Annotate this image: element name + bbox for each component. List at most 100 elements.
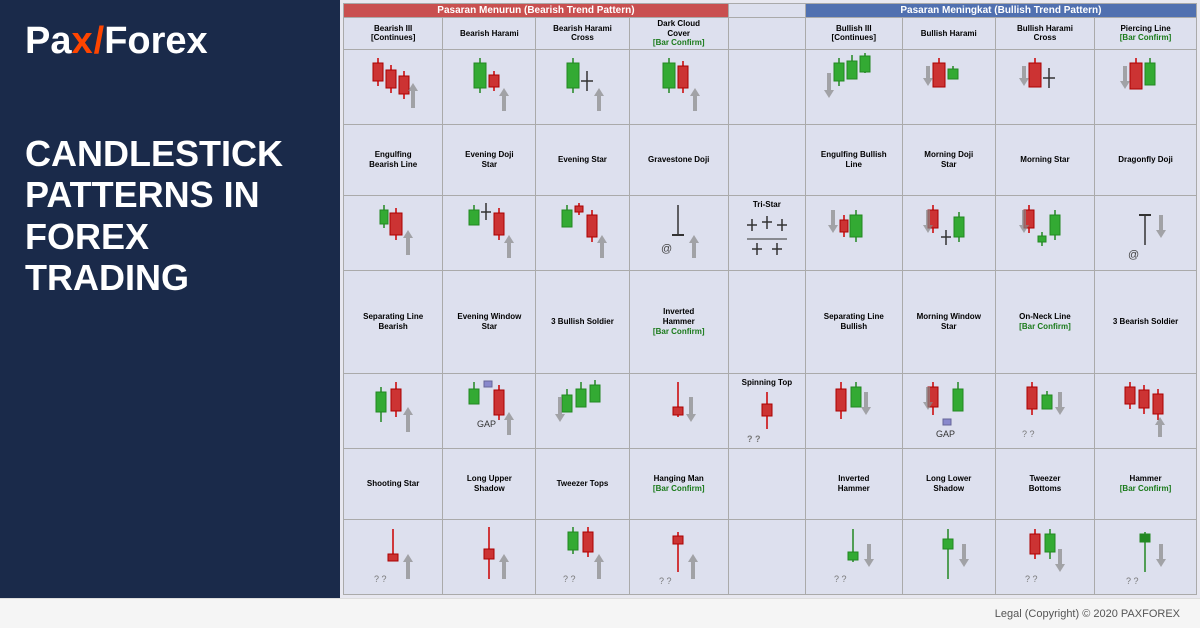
inv-ham-bull-svg: ? ? <box>826 524 881 589</box>
content-row: Pax/Forex CANDLESTICK PATTERNS IN FOREX … <box>0 0 1200 598</box>
bu-row4-col3-lbl: TweezerBottoms <box>995 448 1094 519</box>
page-wrapper: Pax/Forex CANDLESTICK PATTERNS IN FOREX … <box>0 0 1200 628</box>
b-row3-col1-lbl: Separating LineBearish <box>344 271 443 373</box>
title-line1: CANDLESTICK <box>25 133 315 174</box>
bu-row4-col4-lbl: Hammer[Bar Confirm] <box>1095 448 1197 519</box>
bu-row3-col2-lbl: Morning WindowStar <box>902 271 995 373</box>
footer: Legal (Copyright) © 2020 PAXFOREX <box>0 598 1200 628</box>
svg-text:? ?: ? ? <box>563 574 576 584</box>
bu-row2-col2-lbl: Morning DojiStar <box>902 124 995 195</box>
svg-text:GAP: GAP <box>936 429 955 439</box>
bullish-harami-cross-svg <box>1017 53 1072 118</box>
piercing-line-svg <box>1118 53 1173 118</box>
footer-text: Legal (Copyright) © 2020 PAXFOREX <box>995 608 1180 620</box>
left-panel: Pax/Forex CANDLESTICK PATTERNS IN FOREX … <box>0 0 340 598</box>
b-row4-col1-lbl: Shooting Star <box>344 448 443 519</box>
gravestone-doji-svg: @ <box>651 200 706 265</box>
tri-star-svg <box>742 211 792 266</box>
sep-bull-svg <box>826 377 881 442</box>
evening-window-star-pattern: GAP <box>443 373 536 448</box>
bu-row4-col1-lbl: InvertedHammer <box>805 448 902 519</box>
logo-forex: Forex <box>104 20 207 63</box>
center-row3-lbl <box>728 271 805 373</box>
tweezer-bottoms-pattern: ? ? <box>995 520 1094 595</box>
b-row4-col2-lbl: Long UpperShadow <box>443 448 536 519</box>
tweezer-bottoms-svg: ? ? <box>1017 524 1072 589</box>
hanging-man-svg: ? ? <box>651 524 706 589</box>
evening-doji-star-pattern <box>443 196 536 271</box>
morning-star-svg <box>1017 200 1072 265</box>
svg-text:? ?: ? ? <box>374 574 387 584</box>
center-row4-empty <box>728 520 805 595</box>
svg-text:GAP: GAP <box>477 419 496 429</box>
morning-doji-star-pattern <box>902 196 995 271</box>
bearish-header: Pasaran Menurun (Bearish Trend Pattern) <box>344 4 729 18</box>
inverted-hammer-bearish-pattern <box>629 373 728 448</box>
sep-bear-svg <box>366 377 421 442</box>
evening-doji-star-svg <box>462 200 517 265</box>
evening-star-svg <box>555 200 610 265</box>
bu-row3-col4-lbl: 3 Bearish Soldier <box>1095 271 1197 373</box>
b-col2-lbl: Bearish Harami <box>443 18 536 50</box>
logo-pax: Pa <box>25 20 71 63</box>
tweezer-tops-svg: ? ? <box>555 524 610 589</box>
center-header <box>728 4 805 18</box>
bearish-harami-cross-svg <box>555 53 610 118</box>
bullish-header: Pasaran Meningkat (Bullish Trend Pattern… <box>805 4 1196 18</box>
shooting-star-pattern: ? ? <box>344 520 443 595</box>
morning-window-star-pattern: GAP <box>902 373 995 448</box>
b-col3-lbl: Bearish HaramiCross <box>536 18 629 50</box>
separating-line-bearish-pattern <box>344 373 443 448</box>
hammer-pattern: ? ? <box>1095 520 1197 595</box>
bu-col2-lbl: Bullish Harami <box>902 18 995 50</box>
logo-slash: / <box>94 20 105 63</box>
b-col1-lbl: Bearish III[Continues] <box>344 18 443 50</box>
logo: Pax/Forex <box>25 20 315 63</box>
dark-cloud-cover-svg <box>651 53 706 118</box>
title-block: CANDLESTICK PATTERNS IN FOREX TRADING <box>25 133 315 299</box>
patterns-table: Pasaran Menurun (Bearish Trend Pattern) … <box>343 3 1197 595</box>
gravestone-doji-pattern: @ <box>629 196 728 271</box>
tri-star-cell: Tri-Star <box>728 196 805 271</box>
three-bullish-soldier-pattern <box>536 373 629 448</box>
spinning-top-cell: Spinning Top ? ? <box>728 373 805 448</box>
evening-star-pattern <box>536 196 629 271</box>
bullish-harami-cross-pattern <box>995 49 1094 124</box>
separating-line-bullish-pattern <box>805 373 902 448</box>
three-bearish-soldier-pattern <box>1095 373 1197 448</box>
b-row3-col4-lbl: InvertedHammer[Bar Confirm] <box>629 271 728 373</box>
bullish-3-continues-svg <box>824 53 884 118</box>
dragonfly-doji-pattern: @ <box>1095 196 1197 271</box>
tweezer-tops-pattern: ? ? <box>536 520 629 595</box>
svg-text:@: @ <box>661 243 672 255</box>
bu-row3-col3-lbl: On-Neck Line[Bar Confirm] <box>995 271 1094 373</box>
engulfing-bullish-svg <box>826 200 881 265</box>
b-row2-col3-lbl: Evening Star <box>536 124 629 195</box>
bu-row4-col2-lbl: Long LowerShadow <box>902 448 995 519</box>
b-row2-col4-lbl: Gravestone Doji <box>629 124 728 195</box>
b-row3-col2-lbl: Evening WindowStar <box>443 271 536 373</box>
long-upper-shadow-pattern <box>443 520 536 595</box>
dark-cloud-cover-pattern <box>629 49 728 124</box>
bu-col3-lbl: Bullish HaramiCross <box>995 18 1094 50</box>
bearish-harami-cross-pattern <box>536 49 629 124</box>
b-row3-col3-lbl: 3 Bullish Soldier <box>536 271 629 373</box>
bu-row2-col4-lbl: Dragonfly Doji <box>1095 124 1197 195</box>
title-line2: PATTERNS IN <box>25 174 315 215</box>
hanging-man-pattern: ? ? <box>629 520 728 595</box>
b-row4-col4-lbl: Hanging Man[Bar Confirm] <box>629 448 728 519</box>
bu-row2-col1-lbl: Engulfing BullishLine <box>805 124 902 195</box>
b-row2-col1-lbl: EngulfingBearish Line <box>344 124 443 195</box>
3-bear-svg <box>1118 377 1173 442</box>
bu-col1-lbl: Bullish III[Continues] <box>805 18 902 50</box>
hammer-svg: ? ? <box>1118 524 1173 589</box>
long-upper-shadow-svg <box>462 524 517 589</box>
b-row4-col3-lbl: Tweezer Tops <box>536 448 629 519</box>
center-col-lbl <box>728 18 805 50</box>
chart-area: Pasaran Menurun (Bearish Trend Pattern) … <box>340 0 1200 598</box>
engulfing-bullish-pattern <box>805 196 902 271</box>
morn-win-svg: GAP <box>921 377 976 442</box>
bu-col4-lbl: Piercing Line[Bar Confirm] <box>1095 18 1197 50</box>
svg-text:? ?: ? ? <box>1126 576 1139 586</box>
title-line3: FOREX TRADING <box>25 216 315 299</box>
